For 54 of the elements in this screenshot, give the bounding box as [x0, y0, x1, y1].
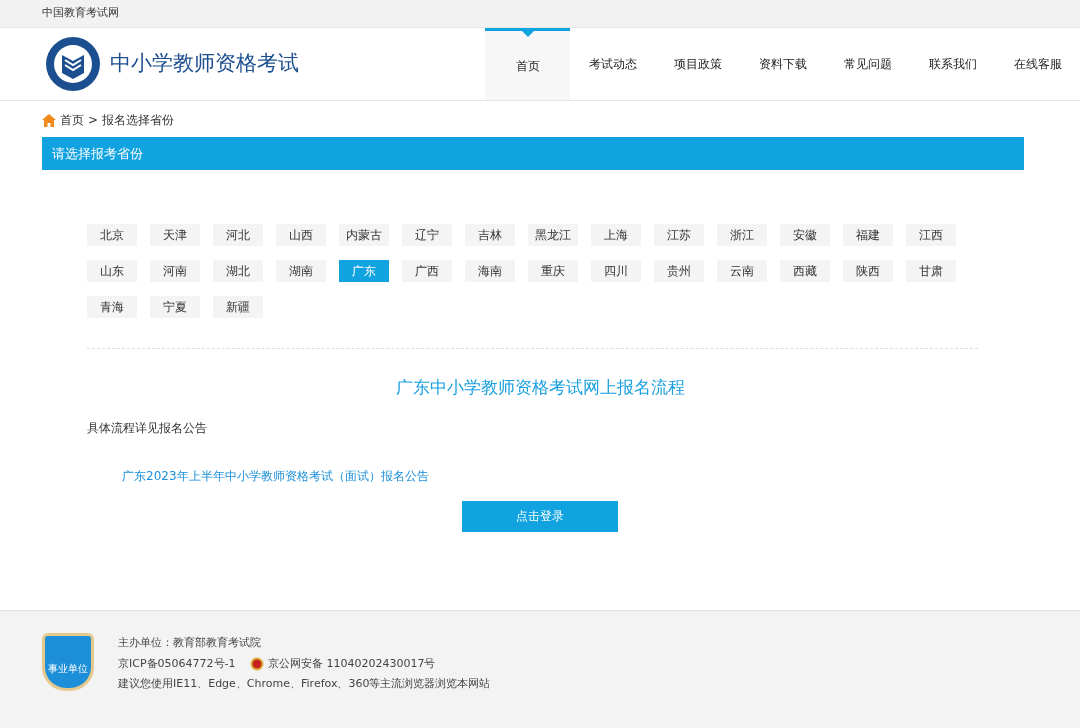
- announcement-link[interactable]: 广东2023年上半年中小学教师资格考试（面试）报名公告: [0, 436, 429, 485]
- province-button[interactable]: 甘肃: [906, 260, 956, 282]
- province-button[interactable]: 广西: [402, 260, 452, 282]
- province-button[interactable]: 天津: [150, 224, 200, 246]
- province-button[interactable]: 上海: [591, 224, 641, 246]
- province-button[interactable]: 河南: [150, 260, 200, 282]
- province-button[interactable]: 西藏: [780, 260, 830, 282]
- province-button[interactable]: 黑龙江: [528, 224, 578, 246]
- process-note: 具体流程详见报名公告: [87, 420, 207, 435]
- province-button[interactable]: 江西: [906, 224, 956, 246]
- province-button[interactable]: 福建: [843, 224, 893, 246]
- province-button[interactable]: 山东: [87, 260, 137, 282]
- province-button[interactable]: 湖北: [213, 260, 263, 282]
- police-emblem-icon: [250, 656, 264, 671]
- nav-tab[interactable]: 首页: [485, 28, 570, 100]
- nav-tab[interactable]: 联系我们: [910, 28, 995, 100]
- browser-advice-text: 建议您使用IE11、Edge、Chrome、Firefox、360等主流浏览器浏览本网站: [118, 676, 491, 692]
- province-button[interactable]: 四川: [591, 260, 641, 282]
- icp-text[interactable]: 京ICP备05064772号-1: [118, 655, 250, 672]
- province-button[interactable]: 安徽: [780, 224, 830, 246]
- province-button[interactable]: 吉林: [465, 224, 515, 246]
- nav-tab[interactable]: 考试动态: [570, 28, 655, 100]
- process-title: 广东中小学教师资格考试网上报名流程: [395, 377, 685, 397]
- province-button[interactable]: 青海: [87, 296, 137, 318]
- province-button[interactable]: 山西: [276, 224, 326, 246]
- nav-tab[interactable]: 项目政策: [655, 28, 740, 100]
- breadcrumb-current: 报名选择省份: [102, 112, 175, 129]
- province-button[interactable]: 海南: [465, 260, 515, 282]
- province-button[interactable]: 内蒙古: [339, 224, 389, 246]
- province-button[interactable]: 江苏: [654, 224, 704, 246]
- province-button[interactable]: 陕西: [843, 260, 893, 282]
- nav-tab[interactable]: 在线客服: [995, 28, 1080, 100]
- site-name[interactable]: 中国教育考试网: [42, 6, 119, 19]
- province-button[interactable]: 新疆: [213, 296, 263, 318]
- province-button[interactable]: 贵州: [654, 260, 704, 282]
- nav-tab[interactable]: 常见问题: [825, 28, 910, 100]
- province-button[interactable]: 浙江: [717, 224, 767, 246]
- province-button[interactable]: 辽宁: [402, 224, 452, 246]
- province-button[interactable]: 北京: [87, 224, 137, 246]
- province-button[interactable]: 河北: [213, 224, 263, 246]
- province-button[interactable]: 宁夏: [150, 296, 200, 318]
- home-icon: [42, 113, 56, 127]
- exam-logo-icon: [44, 35, 102, 93]
- badge-emblem: 事业单位: [42, 633, 94, 691]
- sponsor-text: 主办单位：教育部教育考试院: [118, 635, 262, 651]
- section-header: 请选择报考省份: [42, 137, 1024, 170]
- breadcrumb-link[interactable]: 首页: [60, 111, 84, 129]
- province-button[interactable]: 重庆: [528, 260, 578, 282]
- police-record-text[interactable]: 京公网安备 11040202430017号: [268, 655, 436, 672]
- breadcrumb-separator: >: [88, 112, 99, 129]
- site-title: 中小学教师资格考试: [110, 50, 299, 78]
- nav-tab[interactable]: 资料下载: [740, 28, 825, 100]
- province-button[interactable]: 湖南: [276, 260, 326, 282]
- province-button[interactable]: 云南: [717, 260, 767, 282]
